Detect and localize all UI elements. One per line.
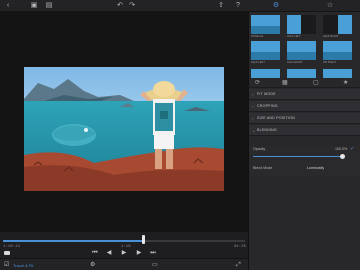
toggle-switch[interactable] [4,251,10,255]
current-timecode: 1:18 [121,245,131,249]
timeline-progress [3,240,143,242]
preset-thumb[interactable] [323,41,352,60]
inspector-panel: NONE-ALL HALF LEFT HALF RIGHT HALF-LEFT … [248,12,360,270]
redo-icon[interactable]: ↷ [128,2,136,10]
video-frame-image [24,67,224,191]
preset-label: NONE-ALL [251,35,264,38]
export-icon[interactable]: ⇪ [217,2,225,10]
preset-thumb[interactable] [287,67,316,78]
section-size-position[interactable]: › SIZE AND POSITION [249,113,360,124]
transform-icon[interactable]: ⟳ [255,79,260,87]
section-blending[interactable]: ⌄ BLENDING [249,125,360,136]
end-timecode: 01:35 [234,245,247,249]
layout-presets: NONE-ALL HALF LEFT HALF RIGHT HALF-LEFT … [249,12,360,78]
section-fit-mode[interactable]: › FIT MODE [249,89,360,100]
checkmark-icon: ✓ [350,146,355,152]
preset-thumb[interactable] [323,67,352,78]
fullscreen-icon[interactable]: ⤢ [236,261,241,269]
preset-label: HALF RIGHT [323,35,339,38]
undo-icon[interactable]: ↶ [116,2,124,10]
preset-label: HALF-RIGHT [287,61,303,64]
timeline: 1:18:13 1:18 01:35 ⏮ ◀ ▶ ▶ ⏭ [0,232,248,258]
section-label: BLENDING [257,128,277,132]
blend-mode-label: Blend Mode [253,166,273,170]
preset-thumb[interactable] [251,15,280,34]
top-toolbar: ‹ ▣ ▤ ↶ ↷ ⇪ ? ⚙ ☆ [0,0,360,12]
step-forward-icon[interactable]: ▶ [135,250,143,257]
playhead[interactable] [142,235,145,244]
skip-back-icon[interactable]: ⏮ [91,250,99,257]
preset-thumb[interactable] [251,41,280,60]
section-label: CROPPING [257,104,278,108]
section-label: SIZE AND POSITION [257,116,295,120]
crop-icon[interactable]: ▢ [313,79,319,87]
settings-icon[interactable]: ⚙ [90,261,95,269]
opacity-label: Opacity [253,147,266,151]
bottom-toolbar: ☑ Travel & Fit ⚙ ▭ ⤢ [0,258,248,270]
blend-mode-select[interactable]: Luminosity [307,166,324,170]
chevron-right-icon: › [252,92,254,97]
play-icon[interactable]: ▶ [120,250,128,257]
preset-thumb[interactable] [287,15,316,34]
preset-label: HALF-LEFT [251,61,265,64]
back-icon[interactable]: ‹ [4,2,12,10]
adjust-icon[interactable]: ⚙ [272,2,280,10]
chevron-right-icon: › [252,104,254,109]
chevron-down-icon: ⌄ [252,128,256,133]
video-preview[interactable] [24,67,224,191]
aspect-icon[interactable]: ▭ [152,261,158,269]
favorite-star-icon[interactable]: ☆ [326,2,334,10]
preset-thumb[interactable] [287,41,316,60]
opacity-value: 100.0% [335,147,348,151]
layers-icon[interactable]: ▣ [30,2,38,10]
project-label[interactable]: Travel & Fit [13,262,33,270]
opacity-slider-knob[interactable] [340,154,345,159]
preview-stage [0,12,248,232]
chevron-right-icon: › [252,116,254,121]
panel-tabs: ⟳ ▦ ▢ ★ [249,78,360,88]
star-icon[interactable]: ★ [343,79,348,87]
help-icon[interactable]: ? [234,2,242,10]
preset-thumb[interactable] [251,67,280,78]
film-icon[interactable]: ▤ [45,2,53,10]
skip-forward-icon[interactable]: ⏭ [149,250,157,257]
section-label: FIT MODE [257,92,276,96]
start-timecode: 1:18:13 [3,245,20,249]
blending-controls: Opacity 100.0% ✓ Blend Mode Luminosity [249,146,360,176]
preset-thumb[interactable] [323,15,352,34]
section-cropping[interactable]: › CROPPING [249,101,360,112]
step-back-icon[interactable]: ◀ [105,250,113,257]
align-icon[interactable]: ▦ [282,79,288,87]
preset-label: HALF LEFT [287,35,301,38]
preset-label: PIP RIGHT [323,61,336,64]
opacity-slider-fill [253,156,343,157]
checklist-icon[interactable]: ☑ [4,261,9,269]
